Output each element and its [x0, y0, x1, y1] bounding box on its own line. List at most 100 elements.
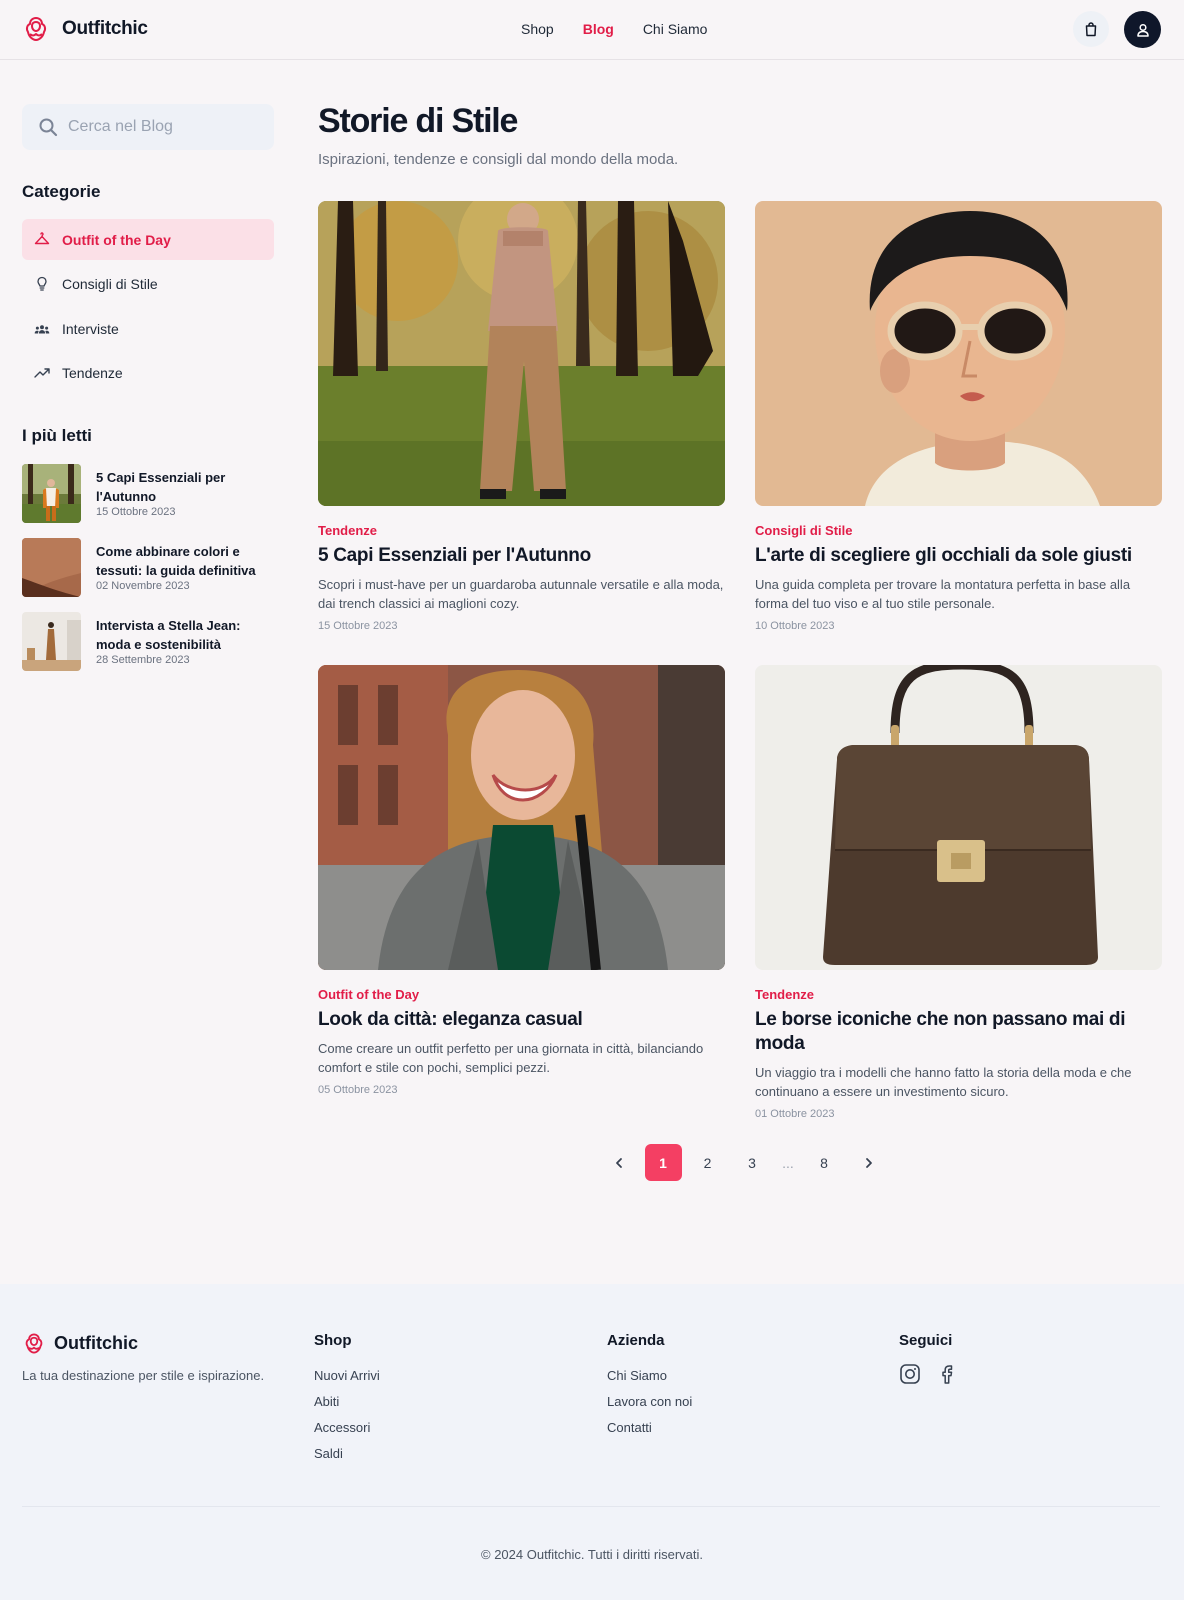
user-account-button[interactable] — [1124, 11, 1161, 48]
post-image-autumn-outfit — [318, 201, 725, 506]
rose-logo-icon — [25, 17, 47, 41]
post-image-sunglasses — [755, 201, 1162, 506]
popular-title: I più letti — [22, 426, 92, 445]
footer-link-nuovi-arrivi[interactable]: Nuovi Arrivi — [314, 1363, 380, 1389]
footer-link-chi-siamo[interactable]: Chi Siamo — [607, 1363, 692, 1389]
trending-up-icon — [34, 365, 50, 381]
footer-brand-name: Outfitchic — [54, 1333, 138, 1353]
popular-item[interactable]: 5 Capi Essenziali per l'Autunno 15 Ottob… — [22, 464, 274, 523]
pagination: 1 2 3 ... 8 — [600, 1144, 895, 1181]
footer-company-title: Azienda — [607, 1332, 665, 1349]
footer-shop-title: Shop — [314, 1332, 352, 1349]
post-description: Come creare un outfit perfetto per una g… — [318, 1041, 704, 1075]
popular-thumbnail-fabrics — [22, 538, 81, 597]
footer-copyright: © 2024 Outfitchic. Tutti i diritti riser… — [481, 1547, 703, 1562]
chevron-left-icon — [615, 1157, 622, 1168]
facebook-icon[interactable] — [936, 1363, 958, 1385]
footer-link-saldi[interactable]: Saldi — [314, 1441, 380, 1467]
category-label: Outfit of the Day — [62, 231, 171, 248]
popular-item-date: 15 Ottobre 2023 — [96, 506, 176, 518]
instagram-icon[interactable] — [899, 1363, 921, 1385]
category-label: Consigli di Stile — [62, 276, 158, 292]
post-title[interactable]: Le borse iconiche che non passano mai di… — [755, 1008, 1162, 1056]
cart-button[interactable] — [1073, 11, 1109, 47]
post-title[interactable]: L'arte di scegliere gli occhiali da sole… — [755, 544, 1162, 568]
category-interviste[interactable]: Interviste — [22, 308, 274, 349]
popular-item-title: 5 Capi Essenziali per l'Autunno — [96, 470, 226, 504]
pagination-next-button[interactable] — [850, 1144, 887, 1181]
post-image-handbag — [755, 665, 1162, 970]
footer-shop-column: Shop Nuovi Arrivi Abiti Accessori Saldi — [314, 1332, 380, 1467]
pagination-page-1[interactable]: 1 — [644, 1144, 682, 1181]
footer-link-contatti[interactable]: Contatti — [607, 1415, 692, 1441]
post-description: Scopri i must-have per un guardaroba aut… — [318, 577, 724, 611]
category-list: Outfit of the Day Consigli di Stile Inte… — [22, 219, 274, 397]
brand-name: Outfitchic — [62, 18, 148, 39]
categories-title: Categorie — [22, 182, 101, 201]
footer-link-lavora-con-noi[interactable]: Lavora con noi — [607, 1389, 692, 1415]
popular-item-title: Intervista a Stella Jean: moda e sosteni… — [96, 618, 241, 652]
post-category[interactable]: Outfit of the Day — [318, 987, 725, 1002]
popular-thumbnail-autumn — [22, 464, 81, 523]
post-title[interactable]: Look da città: eleganza casual — [318, 1008, 725, 1032]
users-icon — [34, 321, 50, 337]
footer-social-title: Seguici — [899, 1332, 953, 1349]
category-consigli-di-stile[interactable]: Consigli di Stile — [22, 264, 274, 305]
popular-list: 5 Capi Essenziali per l'Autunno 15 Ottob… — [22, 464, 274, 686]
category-tendenze[interactable]: Tendenze — [22, 353, 274, 394]
pagination-page-8[interactable]: 8 — [806, 1144, 843, 1181]
popular-item[interactable]: Intervista a Stella Jean: moda e sosteni… — [22, 612, 274, 671]
popular-item-date: 28 Settembre 2023 — [96, 654, 190, 666]
category-label: Tendenze — [62, 365, 123, 381]
main-nav: Shop Blog Chi Siamo — [521, 21, 707, 37]
footer-social-column: Seguici — [899, 1332, 958, 1385]
site-footer: Outfitchic La tua destinazione per stile… — [0, 1284, 1184, 1600]
lightbulb-icon — [34, 276, 50, 292]
post-title[interactable]: 5 Capi Essenziali per l'Autunno — [318, 544, 725, 568]
post-image-city-look — [318, 665, 725, 970]
post-date: 15 Ottobre 2023 — [318, 620, 398, 632]
category-label: Interviste — [62, 320, 119, 337]
nav-blog[interactable]: Blog — [583, 21, 614, 37]
post-category[interactable]: Consigli di Stile — [755, 523, 1162, 538]
post-date: 01 Ottobre 2023 — [755, 1108, 835, 1120]
popular-item-date: 02 Novembre 2023 — [96, 580, 190, 592]
category-outfit-of-the-day[interactable]: Outfit of the Day — [22, 219, 274, 260]
post-card[interactable]: Tendenze 5 Capi Essenziali per l'Autunno… — [318, 201, 725, 632]
post-category[interactable]: Tendenze — [755, 987, 1162, 1002]
nav-chi-siamo[interactable]: Chi Siamo — [643, 21, 708, 37]
post-description: Una guida completa per trovare la montat… — [755, 577, 1131, 611]
post-card[interactable]: Outfit of the Day Look da città: eleganz… — [318, 665, 725, 1096]
post-date: 05 Ottobre 2023 — [318, 1084, 398, 1096]
pagination-page-2[interactable]: 2 — [689, 1144, 726, 1181]
post-card[interactable]: Consigli di Stile L'arte di scegliere gl… — [755, 201, 1162, 632]
popular-thumbnail-interview — [22, 612, 81, 671]
rose-logo-icon — [25, 1333, 43, 1354]
post-category[interactable]: Tendenze — [318, 523, 725, 538]
footer-divider — [22, 1506, 1160, 1507]
search-icon — [39, 118, 58, 137]
nav-shop[interactable]: Shop — [521, 21, 554, 37]
post-description: Un viaggio tra i modelli che hanno fatto… — [755, 1065, 1132, 1099]
footer-link-abiti[interactable]: Abiti — [314, 1389, 380, 1415]
footer-tagline: La tua destinazione per stile e ispirazi… — [22, 1368, 265, 1383]
pagination-prev-button[interactable] — [600, 1144, 637, 1181]
popular-item[interactable]: Come abbinare colori e tessuti: la guida… — [22, 538, 274, 597]
shopping-bag-icon — [1085, 22, 1097, 37]
hanger-icon — [34, 231, 50, 248]
page-title: Storie di Stile — [318, 102, 518, 140]
site-header: Outfitchic Shop Blog Chi Siamo — [0, 0, 1184, 60]
post-date: 10 Ottobre 2023 — [755, 620, 835, 632]
post-card[interactable]: Tendenze Le borse iconiche che non passa… — [755, 665, 1162, 1120]
popular-item-title: Come abbinare colori e tessuti: la guida… — [96, 544, 256, 578]
footer-brand[interactable]: Outfitchic — [24, 1332, 138, 1355]
blog-search[interactable] — [22, 104, 274, 150]
search-input[interactable] — [68, 118, 258, 136]
page-subtitle: Ispirazioni, tendenze e consigli dal mon… — [318, 151, 679, 168]
user-icon — [1136, 23, 1149, 37]
pagination-page-3[interactable]: 3 — [734, 1144, 771, 1181]
footer-company-column: Azienda Chi Siamo Lavora con noi Contatt… — [607, 1332, 692, 1441]
pagination-ellipsis: ... — [782, 1154, 794, 1171]
footer-link-accessori[interactable]: Accessori — [314, 1415, 380, 1441]
brand-logo-link[interactable]: Outfitchic — [24, 15, 148, 43]
